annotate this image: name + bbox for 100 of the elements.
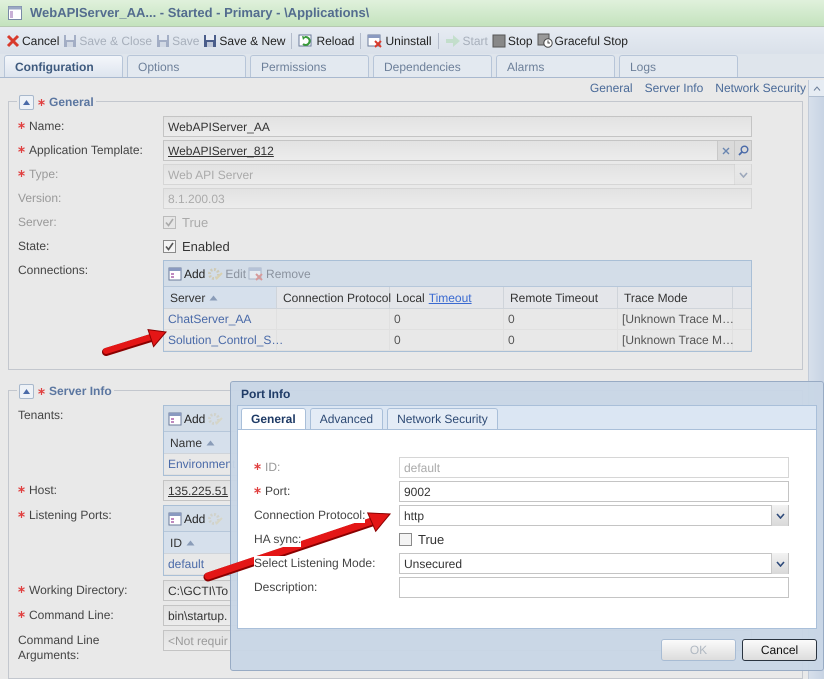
table-action-button[interactable]: Add bbox=[168, 510, 206, 528]
field-label: Select Listening Mode: bbox=[254, 556, 376, 571]
collapse-button[interactable] bbox=[19, 94, 34, 110]
tab[interactable]: General bbox=[241, 408, 306, 429]
table-icon bbox=[168, 266, 182, 281]
lookup-field[interactable]: WebAPIServer_812 bbox=[163, 140, 752, 162]
annotation-arrow bbox=[100, 328, 170, 358]
sort-icon bbox=[186, 540, 195, 546]
field-label: Tenants: bbox=[18, 408, 64, 424]
square-clock-icon bbox=[536, 33, 553, 48]
table-cell-text: 0 bbox=[394, 332, 401, 350]
section-title: Server Info bbox=[49, 383, 112, 400]
field-label: Application Template: bbox=[29, 143, 143, 158]
arrow-right-icon bbox=[444, 34, 461, 48]
text-field[interactable]: 9002 bbox=[399, 481, 789, 502]
table-link[interactable]: default bbox=[168, 555, 204, 574]
required-icon bbox=[18, 586, 25, 594]
table-action-button[interactable]: Add bbox=[168, 264, 206, 283]
required-icon bbox=[18, 170, 25, 178]
dropdown-field[interactable]: http bbox=[399, 505, 789, 526]
tab[interactable]: Network Security bbox=[387, 408, 498, 429]
table-cell-text: 0 bbox=[508, 311, 515, 328]
search-button[interactable] bbox=[734, 141, 751, 160]
timeout-link[interactable]: Timeout bbox=[428, 288, 472, 307]
cross-icon bbox=[6, 34, 20, 48]
section-link[interactable]: Network Security bbox=[715, 79, 806, 98]
column-header[interactable]: Local Timeout bbox=[390, 287, 504, 308]
sort-icon bbox=[206, 440, 216, 446]
field-label: Host: bbox=[29, 483, 58, 498]
caret-icon bbox=[776, 512, 784, 518]
required-icon bbox=[38, 388, 45, 395]
table-link[interactable]: Solution_Control_S… bbox=[168, 331, 284, 350]
checkbox-label: Enabled bbox=[182, 238, 230, 256]
field-label: Connections: bbox=[18, 263, 88, 278]
close-icon bbox=[722, 146, 730, 155]
field-label: Working Directory: bbox=[29, 583, 128, 598]
table-link[interactable]: ChatServer_AA bbox=[168, 310, 252, 328]
toolbar-button[interactable]: Stop bbox=[490, 30, 535, 52]
field-label: Name: bbox=[29, 119, 64, 134]
tab[interactable]: Configuration bbox=[4, 55, 123, 77]
required-icon bbox=[18, 486, 25, 494]
required-icon bbox=[254, 463, 261, 470]
text-field[interactable] bbox=[399, 577, 789, 598]
toolbar-button[interactable]: Save & New bbox=[201, 30, 288, 52]
required-icon bbox=[38, 98, 45, 106]
section-link[interactable]: General bbox=[590, 79, 633, 98]
field-label: Version: bbox=[18, 191, 62, 206]
gear-icon bbox=[207, 266, 224, 281]
table-icon bbox=[168, 412, 182, 426]
collapse-button[interactable] bbox=[19, 384, 34, 399]
table-cross-icon bbox=[248, 266, 264, 281]
gear-icon bbox=[207, 512, 224, 526]
table-cell-text: 0 bbox=[394, 311, 401, 328]
toolbar-button[interactable]: Reload bbox=[296, 30, 356, 52]
required-icon bbox=[18, 611, 25, 618]
field-label: State: bbox=[18, 239, 50, 254]
search-icon bbox=[738, 145, 748, 156]
column-header[interactable]: Connection Protocol bbox=[277, 287, 390, 308]
table-cell-text: [Unknown Trace M… bbox=[622, 311, 734, 328]
section-link[interactable]: Server Info bbox=[644, 79, 704, 98]
dropdown-button[interactable] bbox=[771, 553, 788, 574]
caret-icon bbox=[812, 86, 820, 90]
field-label: Connection Protocol: bbox=[254, 508, 366, 523]
table-action-button[interactable]: Add bbox=[168, 410, 206, 428]
field-label: HA sync: bbox=[254, 532, 302, 547]
gear-icon bbox=[207, 412, 224, 426]
field-label: Listening Ports: bbox=[29, 508, 112, 524]
column-header[interactable]: Remote Timeout bbox=[504, 287, 618, 308]
toolbar-button[interactable]: Cancel bbox=[4, 30, 62, 52]
checkbox-label: True bbox=[182, 214, 208, 232]
window-cross-icon bbox=[367, 34, 384, 48]
clear-button[interactable] bbox=[717, 141, 734, 160]
toolbar-button[interactable]: Uninstall bbox=[365, 30, 434, 52]
text-field[interactable]: WebAPIServer_AA bbox=[163, 116, 752, 138]
reload-icon bbox=[298, 34, 314, 48]
table-cell-text: [Unknown Trace M… bbox=[622, 332, 734, 350]
column-header[interactable]: Server bbox=[164, 287, 277, 308]
caret-icon bbox=[738, 172, 748, 178]
required-icon bbox=[254, 487, 261, 494]
field-label: Command Line: bbox=[29, 608, 114, 624]
checkbox[interactable] bbox=[163, 240, 176, 254]
dialog-button[interactable]: Cancel bbox=[742, 638, 817, 660]
field-label: Server: bbox=[18, 215, 57, 230]
checkbox[interactable] bbox=[399, 533, 412, 546]
field-label: Type: bbox=[29, 167, 58, 182]
dialog-title: Port Info bbox=[241, 386, 290, 402]
dropdown-field[interactable]: Unsecured bbox=[399, 553, 789, 574]
table-cell-text: 0 bbox=[508, 332, 515, 350]
caret-icon bbox=[776, 560, 784, 566]
square-icon bbox=[492, 34, 506, 48]
required-icon bbox=[18, 146, 25, 154]
caret-icon bbox=[23, 388, 30, 394]
toolbar-button[interactable]: Graceful Stop bbox=[534, 30, 630, 52]
field-label: Command Line Arguments: bbox=[18, 633, 100, 664]
dropdown-button[interactable] bbox=[771, 505, 788, 526]
window-title: WebAPIServer_AA... - Started - Primary - \Applications\ bbox=[30, 4, 370, 22]
column-header[interactable]: Trace Mode bbox=[618, 287, 733, 308]
required-icon bbox=[18, 511, 25, 518]
tab[interactable]: Advanced bbox=[310, 408, 384, 429]
required-icon bbox=[18, 122, 25, 130]
